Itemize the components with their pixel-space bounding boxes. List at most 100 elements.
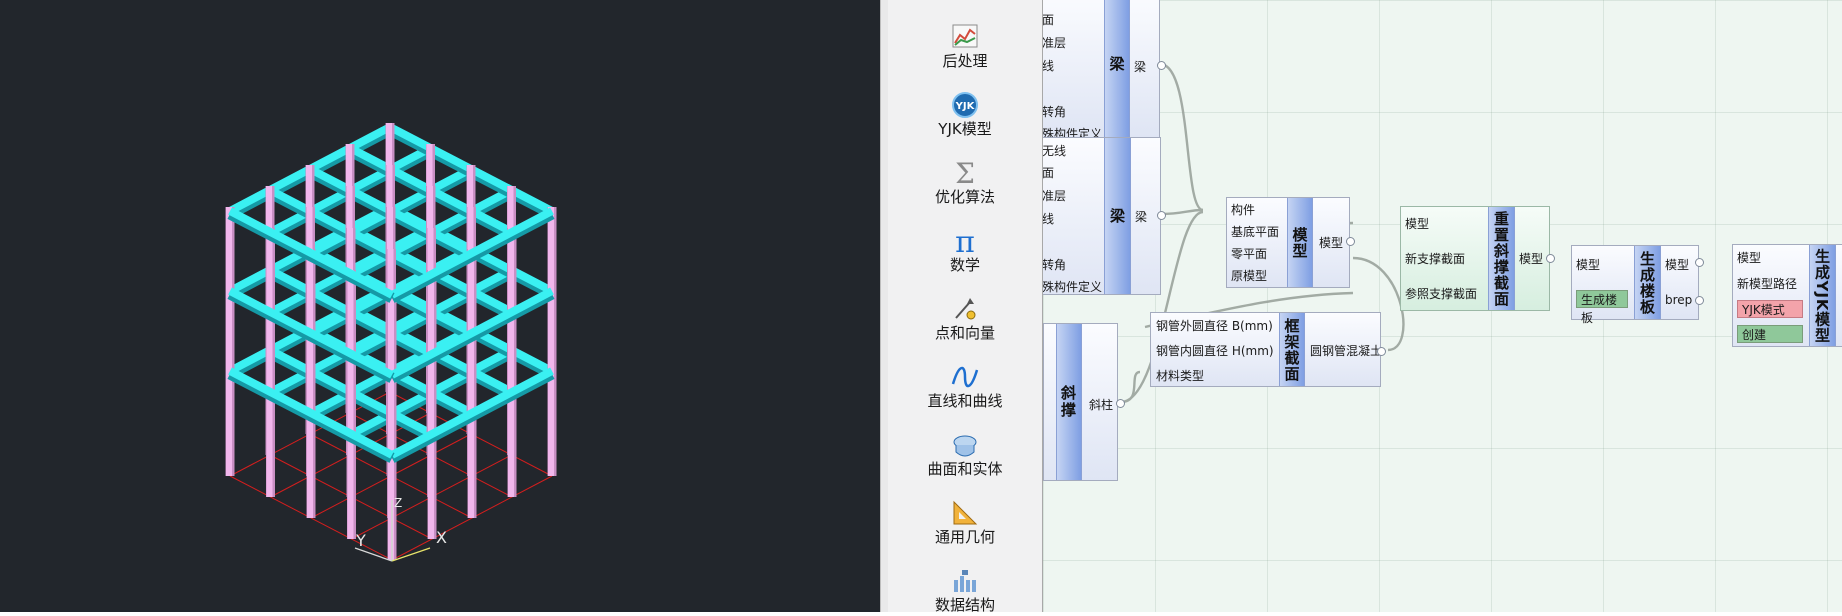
beam-node-1[interactable]: 面 准层 线 转角 殊构件定义 梁 梁 [1043, 0, 1160, 141]
connection-pin[interactable] [1157, 61, 1166, 70]
input-port-label[interactable]: 线 [1043, 57, 1054, 74]
node-title-band: 斜撑 [1056, 324, 1082, 480]
tool-optimization[interactable]: Σ 优化算法 [888, 146, 1042, 208]
connection-pin[interactable] [1695, 296, 1704, 305]
input-port-label[interactable]: 准层 [1043, 187, 1066, 204]
axis-label-z: Z [394, 496, 402, 510]
node-title: 梁 [1107, 56, 1126, 72]
input-port-label[interactable]: 模型 [1576, 256, 1600, 273]
frame-section-node[interactable]: 钢管外圆直径 B(mm) 钢管内圆直径 H(mm) 材料类型 框架截面 圆钢管混… [1150, 312, 1382, 387]
yjk-mode-toggle[interactable]: YJK模式 [1737, 300, 1803, 318]
tool-postprocess[interactable]: 后处理 [888, 10, 1042, 72]
input-port-label[interactable]: 殊构件定义 [1043, 278, 1102, 295]
node-canvas[interactable]: 面 准层 线 转角 殊构件定义 梁 梁 无线 面 准层 线 转角 殊构件定义 梁… [1043, 0, 1842, 612]
tool-label: 点和向量 [934, 324, 995, 342]
svg-text:π: π [955, 226, 975, 256]
brace-node[interactable]: 斜撑 斜柱 [1043, 323, 1118, 481]
tool-data-structure[interactable]: 数据结构 [888, 554, 1042, 616]
data-structure-icon [954, 570, 976, 592]
input-port-label[interactable]: 钢管外圆直径 B(mm) [1156, 317, 1273, 334]
node-title: 重置斜撑截面 [1492, 210, 1510, 307]
axis-label-x: X [436, 528, 447, 547]
generate-slab-node[interactable]: 模型 生成楼板 生成楼板 模型 brep [1571, 245, 1699, 325]
tool-surface-solid[interactable]: 曲面和实体 [888, 418, 1042, 480]
node-title-band: 模型 [1287, 198, 1313, 287]
input-port-label[interactable]: 模型 [1405, 215, 1429, 232]
connection-pin[interactable] [1546, 254, 1555, 263]
tool-label: 后处理 [942, 52, 988, 70]
svg-text:YJK: YJK [955, 101, 976, 112]
input-port-label[interactable]: 材料类型 [1156, 367, 1204, 384]
input-port-label[interactable]: 转角 [1043, 256, 1066, 273]
tool-label: 数学 [949, 256, 980, 274]
tool-label: 曲面和实体 [927, 460, 1003, 478]
yjk-logo-icon: YJK [952, 92, 978, 118]
input-port-label[interactable]: 转角 [1043, 103, 1066, 120]
input-port-label[interactable]: 准层 [1043, 34, 1066, 51]
tool-line-curve[interactable]: 直线和曲线 [888, 350, 1042, 412]
input-port-label[interactable]: 新支撑截面 [1405, 250, 1465, 267]
input-port-label[interactable]: 模型 [1737, 249, 1761, 266]
node-title-band: 梁 [1104, 138, 1131, 294]
sigma-icon: Σ [955, 158, 975, 188]
node-title: 生成YJK模型 [1813, 247, 1831, 344]
connection-pin[interactable] [1695, 258, 1704, 267]
connection-pin[interactable] [1377, 347, 1386, 356]
node-title-band: 框架截面 [1279, 313, 1305, 386]
beam-node-2[interactable]: 无线 面 准层 线 转角 殊构件定义 梁 梁 [1043, 137, 1161, 295]
output-port-label[interactable]: brep [1665, 293, 1692, 307]
output-port-label[interactable]: 斜柱 [1089, 396, 1113, 413]
wire-beam2-model [1160, 208, 1204, 216]
input-port-label[interactable]: 原模型 [1231, 267, 1267, 284]
output-port-label[interactable]: 圆钢管混凝土 [1310, 342, 1382, 359]
node-title: 模型 [1290, 226, 1309, 259]
wire-brace-section [1120, 370, 1141, 404]
tool-math[interactable]: π 数学 [888, 214, 1042, 276]
connection-pin[interactable] [1116, 399, 1125, 408]
output-port-label[interactable]: 梁 [1134, 58, 1146, 75]
input-port-label[interactable]: 钢管内圆直径 H(mm) [1156, 342, 1274, 359]
model-node[interactable]: 构件 基底平面 零平面 原模型 模型 模型 [1226, 197, 1350, 288]
node-title: 斜撑 [1061, 384, 1078, 419]
tool-general-geometry[interactable]: 通用几何 [888, 486, 1042, 548]
node-title-band: 梁 [1104, 0, 1130, 137]
output-port-label[interactable]: 模型 [1665, 256, 1689, 273]
chart-icon [952, 24, 978, 48]
output-port-label[interactable]: 模型 [1519, 250, 1543, 267]
output-port-label[interactable]: 梁 [1135, 208, 1147, 225]
generate-yjk-model-node[interactable]: 模型 新模型路径 YJK模式 创建 生成YJK模型 [1732, 244, 1842, 347]
point-vector-icon [955, 298, 976, 320]
input-port-label[interactable]: 线 [1043, 210, 1054, 227]
node-title-band: 生成YJK模型 [1809, 245, 1836, 346]
node-title-band: 生成楼板 [1634, 246, 1661, 319]
3d-viewport[interactable]: Y X Z [0, 0, 880, 612]
input-port-label[interactable]: 基底平面 [1231, 223, 1279, 240]
input-port-label[interactable]: 新模型路径 [1737, 275, 1797, 292]
wire-beam1-model [1159, 62, 1204, 212]
input-port-label[interactable]: 零平面 [1231, 245, 1267, 262]
output-port-label[interactable]: 模型 [1319, 234, 1343, 251]
reset-brace-section-node[interactable]: 模型 新支撑截面 参照支撑截面 重置斜撑截面 模型 [1400, 206, 1550, 311]
tool-label: 优化算法 [934, 188, 995, 206]
input-port-label[interactable]: 面 [1043, 11, 1054, 28]
structure-3d-view[interactable]: Y X Z [0, 0, 880, 612]
connection-pin[interactable] [1346, 237, 1355, 246]
tool-point-vector[interactable]: 点和向量 [888, 282, 1042, 344]
create-button[interactable]: 创建 [1737, 325, 1803, 343]
node-title: 梁 [1108, 208, 1126, 224]
surface-solid-icon [953, 435, 977, 457]
input-port-label[interactable]: 面 [1043, 164, 1054, 181]
input-port-label[interactable]: 参照支撑截面 [1405, 285, 1477, 302]
input-port-label[interactable]: 构件 [1231, 201, 1255, 218]
triangle-ruler-icon [953, 500, 978, 525]
node-title-band: 重置斜撑截面 [1488, 207, 1515, 310]
input-port-label[interactable]: 无线 [1043, 142, 1066, 159]
curve-icon [951, 366, 979, 388]
pi-icon: π [955, 226, 975, 256]
node-title: 框架截面 [1282, 317, 1301, 382]
connection-pin[interactable] [1157, 211, 1166, 220]
tool-yjk-model[interactable]: YJK YJK模型 [888, 78, 1042, 140]
generate-slab-toggle[interactable]: 生成楼板 [1576, 290, 1628, 325]
tool-label: YJK模型 [938, 120, 992, 138]
tool-label: 通用几何 [934, 528, 995, 546]
